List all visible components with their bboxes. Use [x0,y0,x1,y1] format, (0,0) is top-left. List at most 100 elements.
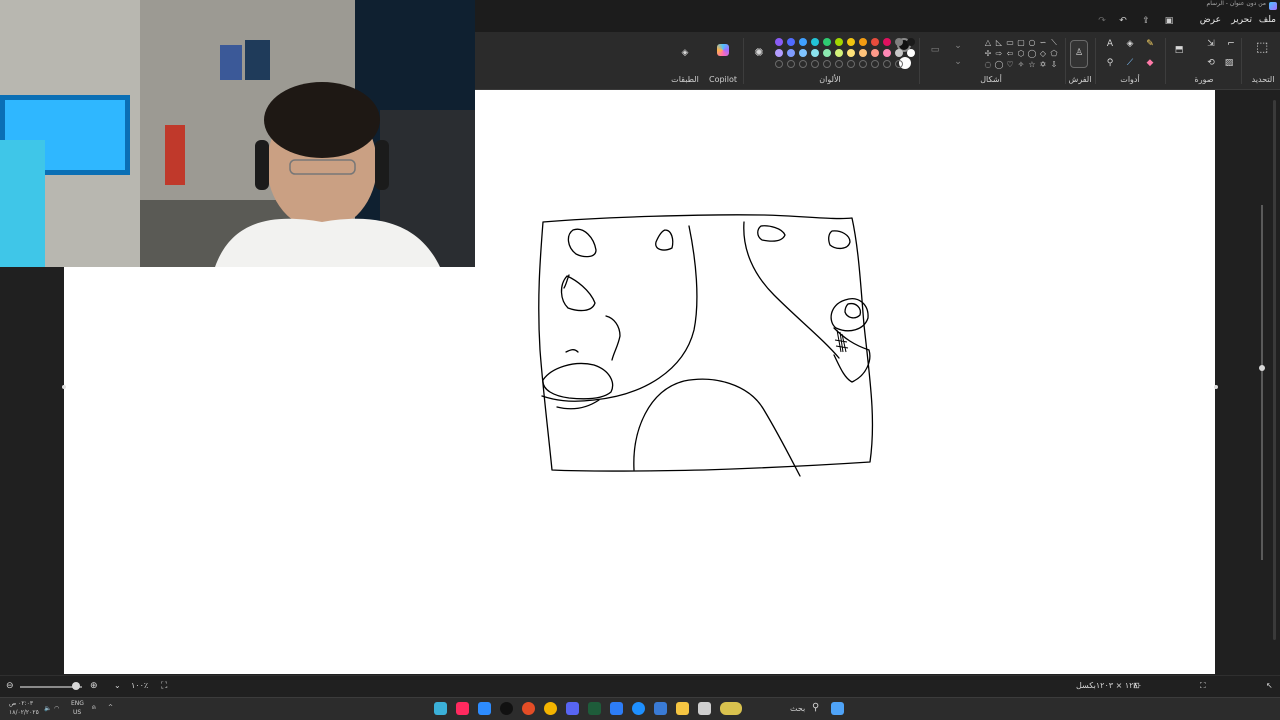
zoom-slider-thumb[interactable] [72,682,80,690]
arrow-left-shape-icon[interactable]: ⇦ [1005,49,1015,59]
roundrect-shape-icon[interactable]: ▢ [1016,38,1026,48]
crop-small-icon[interactable]: ⌐ [1225,38,1237,50]
search-icon[interactable]: ⚲ [812,702,819,713]
color-swatch[interactable] [787,49,795,57]
color-swatch[interactable] [883,49,891,57]
crop-icon[interactable]: ⬒ [1173,44,1185,56]
color-swatch[interactable] [907,38,915,46]
color-wheel-icon[interactable]: ✺ [753,47,765,59]
color-swatch[interactable] [859,38,867,46]
layers-icon[interactable]: ◈ [679,47,691,59]
terminal-app-icon[interactable] [588,702,601,715]
color-swatch[interactable] [799,38,807,46]
star6-shape-icon[interactable]: ✡ [1038,60,1048,70]
color-swatch[interactable] [883,38,891,46]
shapes-gallery[interactable]: △ ◺ ▭ ▢ ○ ∽ ⟍ ✢ ⇨ ⇦ ⬡ ◯ ◇ ⬠ ◌ ◯ ♡ ✧ ☆ ✡ … [983,38,1061,74]
store-app-icon[interactable] [654,702,667,715]
wifi-icon[interactable]: ◠ [54,705,59,712]
menu-edit[interactable]: تحرير [1231,15,1252,25]
color-swatch[interactable] [787,38,795,46]
color-swatch[interactable] [835,49,843,57]
magnifier-icon[interactable]: ⚲ [1104,57,1116,69]
color-picker-icon[interactable]: ⟋ [1124,57,1136,69]
plus-shape-icon[interactable]: ✢ [983,49,993,59]
color-swatch[interactable] [811,38,819,46]
custom-color-slot[interactable] [835,60,843,68]
paint-app-icon[interactable] [522,702,535,715]
zoom-dropdown-icon[interactable]: ⌄ [114,681,121,690]
color-swatch[interactable] [859,49,867,57]
edge-app-icon[interactable] [434,702,447,715]
resize-icon[interactable]: ⇲ [1205,38,1217,50]
circle-shape-icon[interactable]: ◯ [1027,49,1037,59]
zoom-in-icon[interactable]: ⊕ [90,681,98,691]
slider-thumb[interactable] [1259,365,1265,371]
chrome-app-icon[interactable] [544,702,557,715]
tiktok-app-icon[interactable] [456,702,469,715]
color-swatch[interactable] [871,38,879,46]
oval-shape-icon[interactable]: ○ [1027,38,1037,48]
callout-shape-icon[interactable]: ◌ [983,60,993,70]
custom-color-slot[interactable] [799,60,807,68]
line-shape-icon[interactable]: ⟍ [1049,38,1059,48]
color-swatch[interactable] [799,49,807,57]
heart-shape-icon[interactable]: ♡ [1005,60,1015,70]
speaker-icon[interactable]: 🔈 [44,705,51,712]
pencil-icon[interactable]: ✎ [1144,38,1156,50]
color-swatch[interactable] [907,49,915,57]
redo-icon[interactable]: ↷ [1096,15,1108,27]
outline-icon[interactable]: ▭ [929,44,941,56]
color-swatch[interactable] [895,38,903,46]
bubble-shape-icon[interactable]: ◯ [994,60,1004,70]
rect-shape-icon[interactable]: ▭ [1005,38,1015,48]
widgets-icon[interactable] [720,702,742,715]
color-swatch[interactable] [775,49,783,57]
fill-icon[interactable]: ◈ [1124,38,1136,50]
shape-fill-icon[interactable]: ⌄ [952,40,964,52]
star4-shape-icon[interactable]: ✧ [1016,60,1026,70]
vertical-zoom-slider[interactable] [1259,205,1265,560]
custom-color-slot[interactable] [823,60,831,68]
start-icon[interactable] [831,702,844,715]
edge-browser-icon[interactable] [632,702,645,715]
color-swatch[interactable] [847,49,855,57]
custom-color-slot[interactable] [775,60,783,68]
arrow-right-shape-icon[interactable]: ⇨ [994,49,1004,59]
rtriangle-shape-icon[interactable]: ◺ [994,38,1004,48]
color-swatch[interactable] [895,49,903,57]
shape-outline-icon[interactable]: ⌄ [952,56,964,68]
custom-color-slot[interactable] [811,60,819,68]
color-swatch[interactable] [823,38,831,46]
resize-handle[interactable] [62,385,66,389]
menu-view[interactable]: عرض [1200,15,1221,25]
color-swatch[interactable] [775,38,783,46]
tray-chevron-icon[interactable]: ^ [108,704,113,711]
custom-color-slot[interactable] [847,60,855,68]
custom-color-slot[interactable] [787,60,795,68]
file-explorer-icon[interactable] [676,702,689,715]
language-code[interactable]: ENG [71,700,84,707]
color-swatch[interactable] [835,38,843,46]
discord-app-icon[interactable] [566,702,579,715]
app-icon[interactable] [478,702,491,715]
triangle-shape-icon[interactable]: △ [983,38,993,48]
custom-color-slot[interactable] [883,60,891,68]
pentagon-shape-icon[interactable]: ⬠ [1049,49,1059,59]
notepad-app-icon[interactable] [698,702,711,715]
microphone-icon[interactable]: ⍝ [92,704,96,712]
search-label[interactable]: بحث [790,704,805,713]
fit-screen-icon[interactable]: ⛶ [161,681,167,691]
menu-file[interactable]: ملف [1259,15,1276,25]
save-icon[interactable]: ▣ [1163,15,1175,27]
eraser-icon[interactable]: ◆ [1144,57,1156,69]
fullscreen-icon[interactable]: ⛶ [1200,681,1206,691]
region-code[interactable]: US [73,709,81,716]
image-icon[interactable]: ▨ [1223,57,1235,69]
photos-app-icon[interactable] [610,702,623,715]
steam-app-icon[interactable] [500,702,513,715]
hexagon-shape-icon[interactable]: ⬡ [1016,49,1026,59]
custom-color-slot[interactable] [871,60,879,68]
copilot-icon[interactable] [717,44,729,56]
color-swatch[interactable] [811,49,819,57]
scrollbar[interactable] [1273,100,1276,640]
